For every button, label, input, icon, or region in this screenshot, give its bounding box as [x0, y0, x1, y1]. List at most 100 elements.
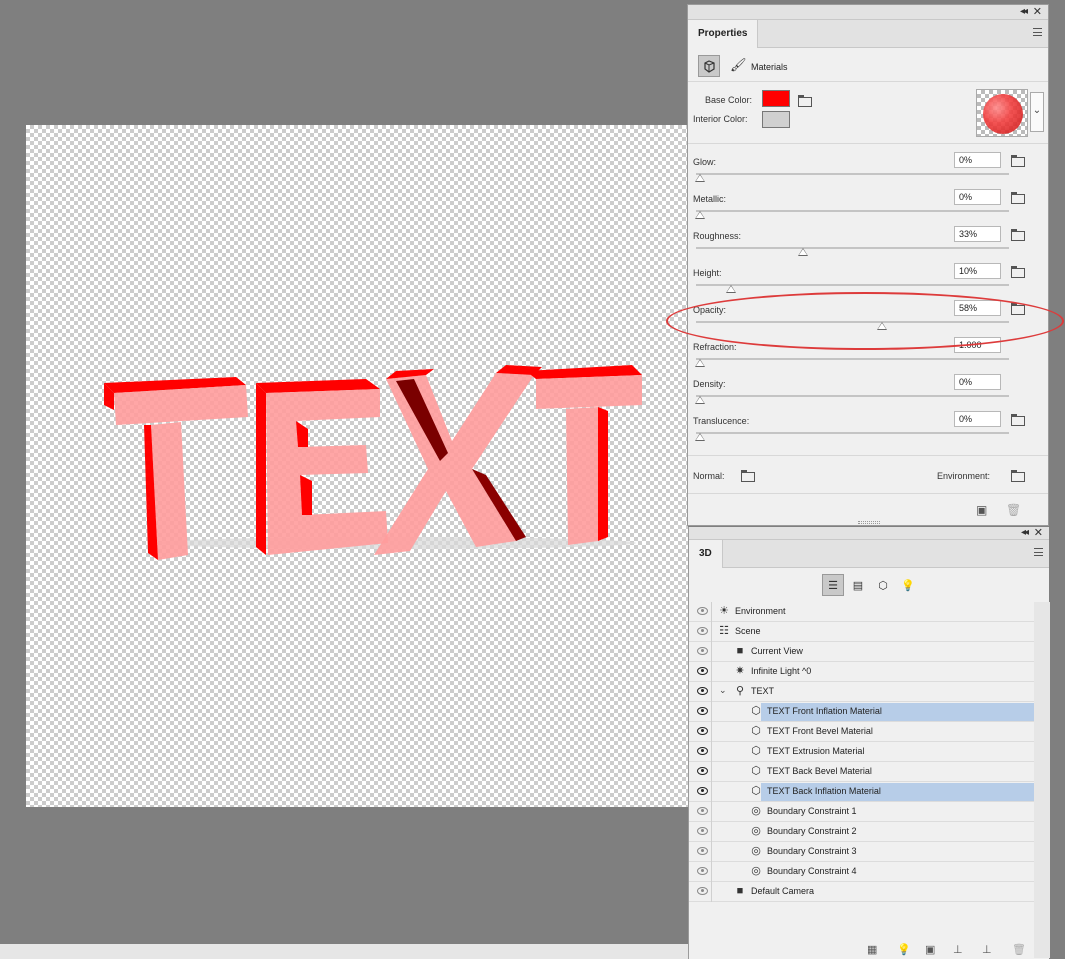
tree-row[interactable]: ◎ Boundary Constraint 4 — [689, 862, 1034, 882]
texture-folder-icon[interactable] — [1011, 155, 1025, 167]
tree-item-label: Boundary Constraint 2 — [767, 826, 857, 836]
visibility-eye-icon[interactable] — [697, 867, 708, 875]
render-icon[interactable]: ▣ — [925, 943, 935, 956]
3d-panel-titlebar: ◂◂ ✕ — [689, 527, 1049, 540]
slider-track[interactable] — [696, 173, 1009, 175]
tree-row[interactable]: ⬡ TEXT Back Bevel Material — [689, 762, 1034, 782]
slider-value-field[interactable]: 33% — [954, 226, 1001, 242]
visibility-eye-icon[interactable] — [697, 827, 708, 835]
visibility-eye-icon[interactable] — [697, 787, 708, 795]
tree-row[interactable]: ◎ Boundary Constraint 2 — [689, 822, 1034, 842]
slider-thumb[interactable] — [695, 396, 705, 404]
material-preview[interactable] — [976, 89, 1028, 137]
trash-icon[interactable]: 🗑 — [1006, 503, 1021, 517]
texture-folder-icon[interactable] — [1011, 266, 1025, 278]
texture-folder-icon[interactable] — [1011, 192, 1025, 204]
slider-track[interactable] — [696, 358, 1009, 360]
trash-icon[interactable]: 🗑 — [1012, 943, 1026, 956]
tree-row[interactable]: ⬡ TEXT Front Inflation Material — [689, 702, 1034, 722]
3d-text-object[interactable] — [96, 365, 656, 585]
tree-row[interactable]: ⌄ ⚲ TEXT — [689, 682, 1034, 702]
slider-thumb[interactable] — [695, 174, 705, 182]
tab-3d[interactable]: 3D — [689, 540, 723, 568]
slider-thumb[interactable] — [695, 211, 705, 219]
visibility-eye-icon[interactable] — [697, 727, 708, 735]
resize-grip-icon[interactable] — [858, 521, 880, 524]
panel-menu-icon[interactable] — [1033, 28, 1042, 36]
slider-track[interactable] — [696, 395, 1009, 397]
render-icon[interactable]: ▣ — [976, 503, 987, 517]
visibility-eye-icon[interactable] — [697, 707, 708, 715]
tree-item-label: Current View — [751, 646, 803, 656]
visibility-eye-icon[interactable] — [697, 627, 708, 635]
slider-value-field[interactable]: 10% — [954, 263, 1001, 279]
document-canvas[interactable] — [26, 125, 688, 807]
close-icon[interactable]: ✕ — [1033, 5, 1042, 18]
texture-folder-icon[interactable] — [1011, 414, 1025, 426]
visibility-eye-icon[interactable] — [697, 807, 708, 815]
slider-label: Translucence: — [693, 416, 750, 426]
tree-row[interactable]: ■ Current View — [689, 642, 1034, 662]
slider-track[interactable] — [696, 210, 1009, 212]
slider-thumb[interactable] — [798, 248, 809, 256]
material-mode-button[interactable] — [698, 55, 720, 77]
add-light-icon[interactable]: 💡 — [897, 943, 911, 956]
scrollbar[interactable] — [1034, 602, 1050, 958]
tree-row[interactable]: ◎ Boundary Constraint 3 — [689, 842, 1034, 862]
tree-row[interactable]: ⬡ TEXT Back Inflation Material — [689, 782, 1034, 802]
visibility-eye-icon[interactable] — [697, 687, 708, 695]
slider-thumb[interactable] — [726, 285, 737, 293]
environment-folder-icon[interactable] — [1011, 470, 1025, 482]
tree-row[interactable]: ■ Default Camera — [689, 882, 1034, 902]
collapse-panel-icon[interactable]: ◂◂ — [1021, 527, 1029, 538]
slider-track[interactable] — [696, 432, 1009, 434]
tree-row[interactable]: ⬡ TEXT Extrusion Material — [689, 742, 1034, 762]
slider-value-field[interactable]: 0% — [954, 152, 1001, 168]
material-picker-dropdown[interactable]: ⌄ — [1030, 92, 1044, 132]
visibility-eye-icon[interactable] — [697, 887, 708, 895]
panel-menu-icon[interactable] — [1034, 548, 1043, 556]
material-icon: ⬡ — [751, 745, 761, 757]
visibility-eye-icon[interactable] — [697, 847, 708, 855]
divider — [711, 662, 712, 682]
brush-icon[interactable]: 🖌 — [730, 57, 747, 73]
interior-color-swatch[interactable] — [762, 111, 790, 128]
texture-folder-icon[interactable] — [1011, 229, 1025, 241]
tree-item-label: TEXT Front Bevel Material — [767, 726, 873, 736]
slider-track[interactable] — [696, 284, 1009, 286]
meshes-filter-icon[interactable]: ▤ — [847, 574, 869, 596]
normal-folder-icon[interactable] — [741, 470, 755, 482]
tree-row[interactable]: ✷ Infinite Light ^0 — [689, 662, 1034, 682]
tree-row[interactable]: ⬡ TEXT Front Bevel Material — [689, 722, 1034, 742]
whole-scene-filter-icon[interactable]: ☰ — [822, 574, 844, 596]
divider — [711, 842, 712, 862]
visibility-eye-icon[interactable] — [697, 647, 708, 655]
tab-properties[interactable]: Properties — [688, 20, 759, 48]
visibility-eye-icon[interactable] — [697, 667, 708, 675]
new-mesh-icon[interactable]: ▦ — [867, 943, 877, 956]
slider-value-field[interactable]: 0% — [954, 374, 1001, 390]
slider-thumb[interactable] — [695, 433, 705, 441]
drop-to-plane-icon[interactable]: ⊥ — [953, 943, 963, 956]
close-icon[interactable]: ✕ — [1034, 526, 1043, 539]
slider-value-field[interactable]: 0% — [954, 411, 1001, 427]
disclosure-chevron-icon[interactable]: ⌄ — [719, 685, 727, 696]
slider-value-field[interactable]: 0% — [954, 189, 1001, 205]
slider-track[interactable] — [696, 247, 1009, 249]
lights-filter-icon[interactable]: 💡 — [897, 574, 919, 596]
properties-footer: ▣ 🗑 — [688, 494, 1048, 526]
tree-row[interactable]: ◎ Boundary Constraint 1 — [689, 802, 1034, 822]
tree-row[interactable]: ☀ Environment — [689, 602, 1034, 622]
visibility-eye-icon[interactable] — [697, 747, 708, 755]
tree-row[interactable]: ☷ Scene — [689, 622, 1034, 642]
materials-filter-icon[interactable]: ⬡ — [872, 574, 894, 596]
visibility-eye-icon[interactable] — [697, 607, 708, 615]
slider-thumb[interactable] — [695, 359, 705, 367]
visibility-eye-icon[interactable] — [697, 767, 708, 775]
divider — [711, 862, 712, 882]
constraint-icon[interactable]: ⊥ — [982, 943, 992, 956]
collapse-panel-icon[interactable]: ◂◂ — [1020, 6, 1028, 17]
base-color-swatch[interactable] — [762, 90, 790, 107]
slider-label: Density: — [693, 379, 726, 389]
base-color-texture-folder-icon[interactable] — [798, 95, 812, 107]
